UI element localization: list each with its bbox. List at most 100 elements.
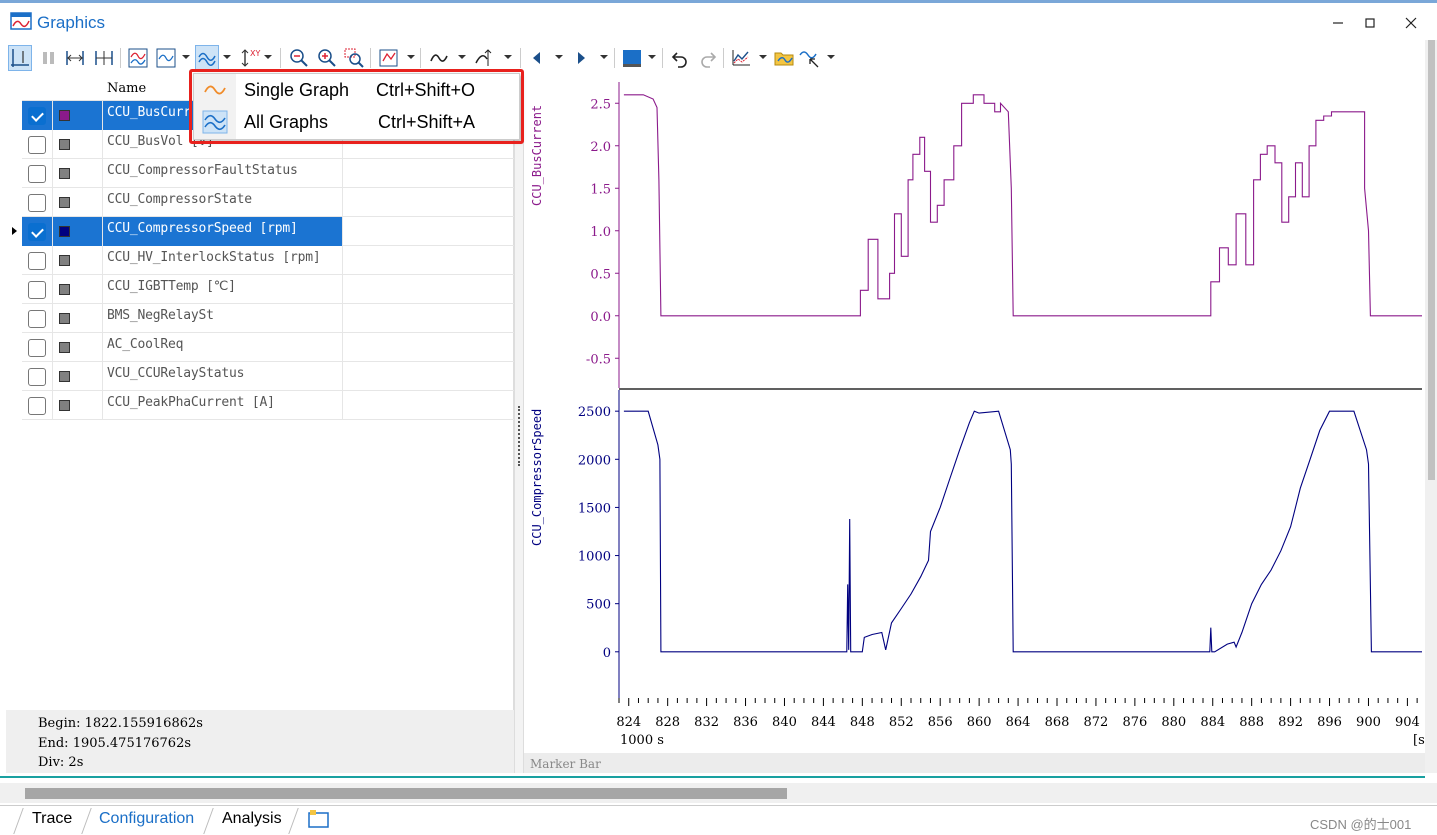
signal-config-dropdown-icon[interactable] (827, 55, 835, 59)
next-dropdown-icon[interactable] (600, 55, 608, 59)
graph-mode-icon[interactable] (126, 45, 150, 71)
graph-canvas[interactable]: 2.5 2.0 1.5 1.0 0.5 0.0 -0.5 CCU_BusCurrent 2500… (524, 76, 1425, 773)
signal-checkbox[interactable] (28, 165, 46, 183)
tab-trace[interactable]: Trace (32, 810, 72, 828)
graph-layout-dropdown-icon[interactable] (223, 55, 231, 59)
signal-checkbox[interactable] (28, 107, 46, 125)
signal-config-icon[interactable] (797, 45, 821, 71)
signal-row[interactable]: AC_CoolReq (22, 333, 514, 362)
signal-checkbox[interactable] (28, 252, 46, 270)
y-axis-label: CCU_BusCurrent (530, 105, 544, 206)
horizontal-scroll-thumb[interactable] (25, 788, 787, 799)
vertical-scrollbar[interactable] (1425, 40, 1437, 773)
background-dropdown-icon[interactable] (648, 55, 656, 59)
x-tick-label: 828 (655, 715, 680, 730)
plot-area[interactable]: 2.5 2.0 1.5 1.0 0.5 0.0 -0.5 CCU_BusCurrent 2500… (524, 76, 1425, 773)
signal-color-swatch[interactable] (59, 255, 70, 266)
export-icon[interactable] (772, 45, 796, 71)
marker-bar[interactable]: Marker Bar (524, 753, 1425, 773)
signal-color-swatch[interactable] (59, 168, 70, 179)
zoom-rect-icon[interactable] (342, 45, 366, 71)
signal-checkbox[interactable] (28, 339, 46, 357)
signal-checkbox[interactable] (28, 310, 46, 328)
signal-color-swatch[interactable] (59, 400, 70, 411)
y-tick-label: 1000 (578, 550, 611, 565)
prev-dropdown-icon[interactable] (555, 55, 563, 59)
graph-layout-icon[interactable] (195, 45, 219, 71)
x-tick-label: 864 (1006, 715, 1031, 730)
y-tick-label: 1.0 (590, 225, 611, 240)
signal-checkbox[interactable] (28, 397, 46, 415)
signal-row[interactable]: CCU_CompressorState (22, 188, 514, 217)
signal-checkbox[interactable] (28, 281, 46, 299)
column-header-name[interactable]: Name (107, 81, 146, 96)
checkbox-cell (22, 391, 53, 420)
signal-checkbox[interactable] (28, 194, 46, 212)
signal-name: CCU_PeakPhaCurrent [A] (107, 395, 275, 410)
signal-color-swatch[interactable] (59, 197, 70, 208)
signal-row[interactable]: CCU_HV_InterlockStatus [rpm] (22, 246, 514, 275)
checkbox-cell (22, 246, 53, 275)
undo-icon[interactable] (668, 45, 692, 71)
close-icon[interactable] (1403, 15, 1419, 31)
signal-mode-icon[interactable] (154, 45, 178, 71)
measure-dropdown-icon[interactable] (407, 55, 415, 59)
signal-checkbox[interactable] (28, 223, 46, 241)
chart-options-icon[interactable] (729, 45, 753, 71)
signal-row[interactable]: CCU_CompressorFaultStatus (22, 159, 514, 188)
signal-row[interactable]: CCU_CompressorSpeed [rpm] (12, 217, 514, 246)
signal-mode-dropdown-icon[interactable] (182, 55, 190, 59)
y-tick-label: 0.0 (590, 310, 611, 325)
signal-color-swatch[interactable] (59, 139, 70, 150)
y-tick-label: 1500 (578, 501, 611, 516)
signal-color-swatch[interactable] (59, 110, 70, 121)
minimize-icon[interactable] (1330, 15, 1346, 31)
new-tab-icon[interactable] (308, 809, 330, 829)
measure-icon[interactable] (377, 45, 401, 71)
signal-checkbox[interactable] (28, 368, 46, 386)
tab-separator (203, 808, 214, 834)
signal-color-swatch[interactable] (59, 313, 70, 324)
splitter-grip[interactable] (518, 406, 520, 466)
y-tick-label: 2500 (578, 405, 611, 420)
panel-splitter[interactable] (514, 76, 524, 773)
next-icon[interactable] (569, 45, 593, 71)
horizontal-scrollbar[interactable] (0, 783, 1437, 803)
color-cell (53, 275, 103, 304)
scale-dropdown-icon[interactable] (264, 55, 272, 59)
maximize-icon[interactable] (1362, 15, 1378, 31)
cursor-icon[interactable] (472, 45, 496, 71)
layout-icon[interactable] (8, 45, 32, 71)
signal-color-swatch[interactable] (59, 284, 70, 295)
zoom-out-icon[interactable] (287, 45, 311, 71)
zoom-in-icon[interactable] (315, 45, 339, 71)
redo-icon[interactable] (696, 45, 720, 71)
svg-text:XY: XY (250, 49, 260, 58)
signal-checkbox[interactable] (28, 136, 46, 154)
fit-x-icon[interactable] (63, 45, 87, 71)
prev-icon[interactable] (525, 45, 549, 71)
curve-icon[interactable] (427, 45, 451, 71)
tab-separator (288, 808, 299, 834)
signal-color-swatch[interactable] (59, 342, 70, 353)
signal-row[interactable]: VCU_CCURelayStatus (22, 362, 514, 391)
signal-row[interactable]: CCU_PeakPhaCurrent [A] (22, 391, 514, 420)
scale-icon[interactable]: XY (238, 45, 262, 71)
series-line (623, 410, 1422, 653)
chart-options-dropdown-icon[interactable] (759, 55, 767, 59)
fit-xy-icon[interactable] (92, 45, 116, 71)
signal-name: CCU_CompressorState (107, 192, 252, 207)
signal-color-swatch[interactable] (59, 371, 70, 382)
cursor-dropdown-icon[interactable] (504, 55, 512, 59)
background-icon[interactable] (620, 45, 644, 71)
toolbar-separator (662, 48, 663, 68)
toolbar-separator (614, 48, 615, 68)
signal-color-swatch[interactable] (59, 226, 70, 237)
curve-dropdown-icon[interactable] (458, 55, 466, 59)
vertical-scroll-thumb[interactable] (1428, 40, 1435, 480)
signal-row[interactable]: BMS_NegRelaySt (22, 304, 514, 333)
tab-analysis[interactable]: Analysis (222, 810, 282, 828)
pause-icon[interactable] (37, 45, 61, 71)
tab-configuration[interactable]: Configuration (99, 810, 194, 828)
signal-row[interactable]: CCU_IGBTTemp [℃] (22, 275, 514, 304)
